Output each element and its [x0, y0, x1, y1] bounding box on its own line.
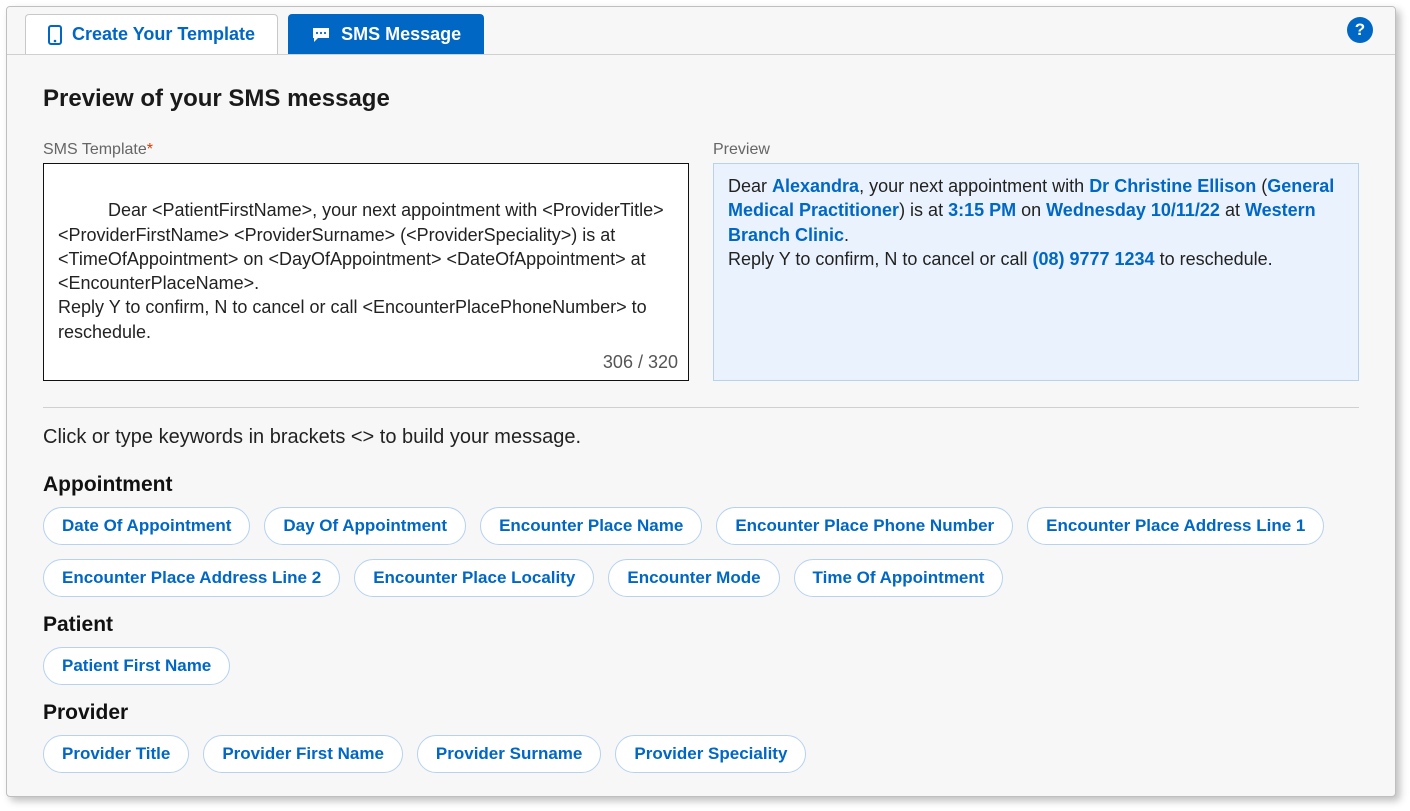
keyword-encounter-place-locality[interactable]: Encounter Place Locality [354, 559, 594, 597]
sms-template-input[interactable]: Dear <PatientFirstName>, your next appoi… [43, 163, 689, 381]
tab-create-template-label: Create Your Template [72, 24, 255, 45]
keyword-date-of-appointment[interactable]: Date Of Appointment [43, 507, 250, 545]
appointment-heading: Appointment [43, 473, 1359, 497]
page-title: Preview of your SMS message [43, 85, 1359, 113]
preview-provider: Dr Christine Ellison [1089, 176, 1256, 196]
appointment-pill-row: Date Of Appointment Day Of Appointment E… [43, 507, 1359, 597]
keyword-encounter-place-address-line-2[interactable]: Encounter Place Address Line 2 [43, 559, 340, 597]
keyword-section-appointment: Appointment Date Of Appointment Day Of A… [43, 473, 1359, 597]
keyword-day-of-appointment[interactable]: Day Of Appointment [264, 507, 466, 545]
patient-heading: Patient [43, 613, 1359, 637]
template-label-text: SMS Template [43, 141, 147, 158]
tab-sms-message[interactable]: SMS Message [288, 14, 484, 54]
char-count: 306 / 320 [603, 350, 678, 374]
required-mark: * [147, 141, 153, 158]
preview-line-2: Reply Y to confirm, N to cancel or call … [728, 247, 1344, 271]
preview-phone: (08) 9777 1234 [1032, 249, 1154, 269]
tab-sms-message-label: SMS Message [341, 24, 461, 45]
template-column: SMS Template* Dear <PatientFirstName>, y… [43, 141, 689, 381]
template-label: SMS Template* [43, 141, 689, 159]
preview-text: . [844, 225, 849, 245]
preview-text: Dear [728, 176, 772, 196]
keyword-time-of-appointment[interactable]: Time Of Appointment [794, 559, 1004, 597]
sms-template-text: Dear <PatientFirstName>, your next appoi… [58, 200, 669, 341]
preview-text: at [1220, 200, 1245, 220]
tab-create-template[interactable]: Create Your Template [25, 14, 278, 54]
divider [43, 407, 1359, 408]
preview-patient-first: Alexandra [772, 176, 859, 196]
keyword-patient-first-name[interactable]: Patient First Name [43, 647, 230, 685]
content-area: Preview of your SMS message SMS Template… [7, 55, 1395, 797]
preview-day: Wednesday [1046, 200, 1146, 220]
preview-column: Preview Dear Alexandra, your next appoin… [713, 141, 1359, 381]
keyword-provider-first-name[interactable]: Provider First Name [203, 735, 403, 773]
preview-box: Dear Alexandra, your next appointment wi… [713, 163, 1359, 381]
tab-bar: Create Your Template SMS Message ? [7, 7, 1395, 55]
provider-heading: Provider [43, 701, 1359, 725]
preview-label: Preview [713, 141, 1359, 159]
preview-text: on [1016, 200, 1046, 220]
keyword-section-patient: Patient Patient First Name [43, 613, 1359, 685]
preview-text: , your next appointment with [859, 176, 1089, 196]
preview-text: ( [1256, 176, 1267, 196]
preview-time: 3:15 PM [948, 200, 1016, 220]
phone-icon [48, 25, 62, 45]
help-button[interactable]: ? [1347, 17, 1373, 43]
instruction-text: Click or type keywords in brackets <> to… [43, 426, 1359, 449]
keyword-encounter-mode[interactable]: Encounter Mode [608, 559, 779, 597]
keyword-encounter-place-phone-number[interactable]: Encounter Place Phone Number [716, 507, 1013, 545]
patient-pill-row: Patient First Name [43, 647, 1359, 685]
preview-text: to reschedule. [1155, 249, 1273, 269]
editor-row: SMS Template* Dear <PatientFirstName>, y… [43, 141, 1359, 381]
chat-icon [311, 26, 331, 44]
keyword-encounter-place-address-line-1[interactable]: Encounter Place Address Line 1 [1027, 507, 1324, 545]
help-icon: ? [1355, 20, 1365, 40]
preview-date: 10/11/22 [1151, 200, 1220, 220]
keyword-provider-title[interactable]: Provider Title [43, 735, 189, 773]
preview-line-1: Dear Alexandra, your next appointment wi… [728, 174, 1344, 247]
keyword-provider-surname[interactable]: Provider Surname [417, 735, 601, 773]
keyword-provider-speciality[interactable]: Provider Speciality [615, 735, 806, 773]
app-window: Create Your Template SMS Message ? Previ… [6, 6, 1396, 797]
provider-pill-row: Provider Title Provider First Name Provi… [43, 735, 1359, 773]
keyword-encounter-place-name[interactable]: Encounter Place Name [480, 507, 702, 545]
preview-text: ) is at [899, 200, 948, 220]
preview-text: Reply Y to confirm, N to cancel or call [728, 249, 1032, 269]
keyword-section-provider: Provider Provider Title Provider First N… [43, 701, 1359, 773]
